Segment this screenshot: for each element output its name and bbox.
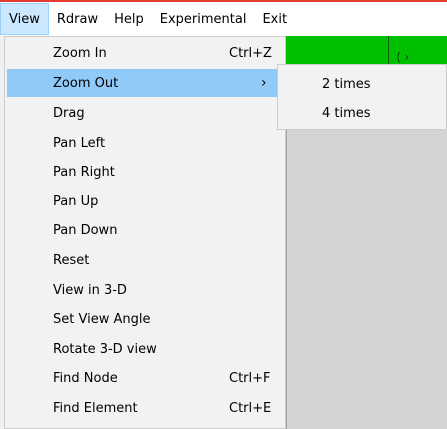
- canvas-marker: ⟨ ›: [396, 50, 410, 64]
- menu-item-shortcut: Ctrl+Z: [229, 45, 272, 61]
- menu-item-view-3d[interactable]: View in 3-D: [7, 276, 283, 304]
- menu-item-set-view-angle[interactable]: Set View Angle: [7, 305, 283, 333]
- menu-item-find-node[interactable]: Find Node Ctrl+F: [7, 364, 283, 392]
- menu-item-label: Zoom Out: [53, 75, 119, 91]
- canvas-green-header: [286, 36, 447, 67]
- menu-item-label: Reset: [53, 252, 90, 268]
- zoom-out-submenu: 2 times 4 times: [277, 64, 447, 130]
- menu-view-label: View: [9, 11, 40, 27]
- menu-exit-label: Exit: [262, 11, 288, 27]
- menu-item-shortcut: Ctrl+E: [229, 400, 272, 416]
- menu-experimental-label: Experimental: [159, 11, 247, 27]
- menu-item-label: Find Node: [53, 370, 118, 386]
- canvas-green-divider: [388, 36, 389, 66]
- view-dropdown-menu: Zoom In Ctrl+Z Zoom Out › Drag Pan Left …: [4, 36, 286, 429]
- menu-item-rotate-3d[interactable]: Rotate 3-D view: [7, 335, 283, 363]
- menu-item-find-element[interactable]: Find Element Ctrl+E: [7, 394, 283, 422]
- menu-item-zoom-in[interactable]: Zoom In Ctrl+Z: [7, 39, 283, 67]
- menu-help[interactable]: Help: [106, 2, 152, 36]
- submenu-item-4-times[interactable]: 4 times: [278, 100, 446, 126]
- menu-item-pan-right[interactable]: Pan Right: [7, 158, 283, 186]
- menu-item-label: Pan Up: [53, 193, 99, 209]
- menu-item-label: Rotate 3-D view: [53, 341, 157, 357]
- menu-item-shortcut: Ctrl+F: [229, 370, 271, 386]
- menu-item-pan-up[interactable]: Pan Up: [7, 187, 283, 215]
- menu-item-label: Pan Left: [53, 135, 106, 151]
- menu-exit[interactable]: Exit: [254, 2, 295, 36]
- menu-item-pan-left[interactable]: Pan Left: [7, 129, 283, 157]
- menu-experimental[interactable]: Experimental: [152, 2, 255, 36]
- menu-item-label: Pan Right: [53, 164, 115, 180]
- menu-item-reset[interactable]: Reset: [7, 246, 283, 274]
- menu-item-drag[interactable]: Drag: [7, 99, 283, 127]
- menu-item-label: Find Element: [53, 400, 138, 416]
- menu-item-zoom-out[interactable]: Zoom Out ›: [7, 69, 283, 97]
- menu-item-label: Zoom In: [53, 45, 107, 61]
- menu-item-label: Set View Angle: [53, 311, 151, 327]
- submenu-item-2-times[interactable]: 2 times: [278, 71, 446, 97]
- chevron-right-icon: ›: [261, 75, 267, 91]
- menu-item-pan-down[interactable]: Pan Down: [7, 216, 283, 244]
- submenu-item-label: 2 times: [322, 76, 371, 92]
- menu-view[interactable]: View: [0, 3, 49, 35]
- menu-item-label: Drag: [53, 105, 85, 121]
- submenu-item-label: 4 times: [322, 105, 371, 121]
- menu-rdraw-label: Rdraw: [56, 11, 99, 27]
- menu-rdraw[interactable]: Rdraw: [49, 2, 106, 36]
- menu-help-label: Help: [114, 11, 144, 27]
- menu-item-label: Pan Down: [53, 222, 118, 238]
- menu-bar: View Rdraw Help Experimental Exit: [0, 2, 447, 36]
- menu-item-label: View in 3-D: [53, 282, 127, 298]
